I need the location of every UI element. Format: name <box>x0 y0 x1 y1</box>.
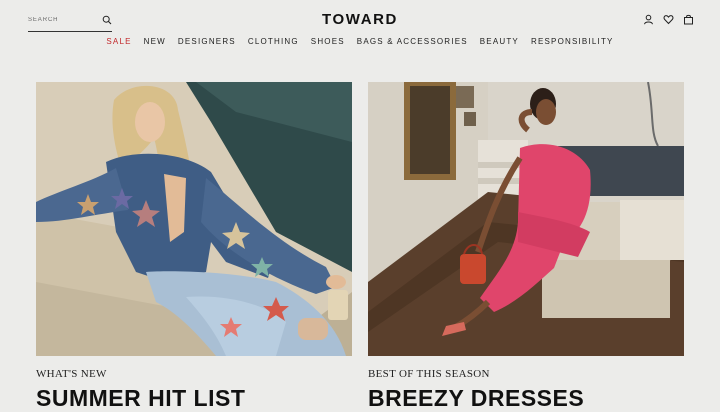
brand-logo[interactable]: TOWARD <box>260 11 460 28</box>
hero-card-dresses[interactable]: BEST OF THIS SEASON BREEZY DRESSES <box>368 82 684 412</box>
hero-image-denim-jacket[interactable] <box>36 82 352 356</box>
nav-item-designers[interactable]: DESIGNERS <box>178 37 236 49</box>
nav-item-beauty[interactable]: BEAUTY <box>480 37 519 49</box>
main-nav: SALE NEW DESIGNERS CLOTHING SHOES BAGS &… <box>0 37 720 49</box>
nav-item-shoes[interactable]: SHOES <box>311 37 345 49</box>
nav-item-responsibility[interactable]: RESPONSIBILITY <box>531 37 614 49</box>
nav-item-clothing[interactable]: CLOTHING <box>248 37 299 49</box>
hero-image-pink-dress[interactable] <box>368 82 684 356</box>
heart-icon[interactable] <box>663 14 674 25</box>
user-icon[interactable] <box>643 14 654 25</box>
nav-item-bags-accessories[interactable]: BAGS & ACCESSORIES <box>357 37 468 49</box>
search-field[interactable] <box>28 11 112 32</box>
hero-title[interactable]: SUMMER HIT LIST <box>36 385 352 412</box>
bag-icon[interactable] <box>683 14 694 25</box>
nav-item-new[interactable]: NEW <box>144 37 166 49</box>
hero-eyebrow: WHAT'S NEW <box>36 368 107 380</box>
nav-item-sale[interactable]: SALE <box>106 37 131 49</box>
hero-eyebrow: BEST OF THIS SEASON <box>368 368 490 380</box>
search-input[interactable] <box>28 13 98 27</box>
hero-title[interactable]: BREEZY DRESSES <box>368 385 684 412</box>
search-icon[interactable] <box>102 15 112 25</box>
hero-card-summer[interactable]: WHAT'S NEW SUMMER HIT LIST <box>36 82 352 412</box>
